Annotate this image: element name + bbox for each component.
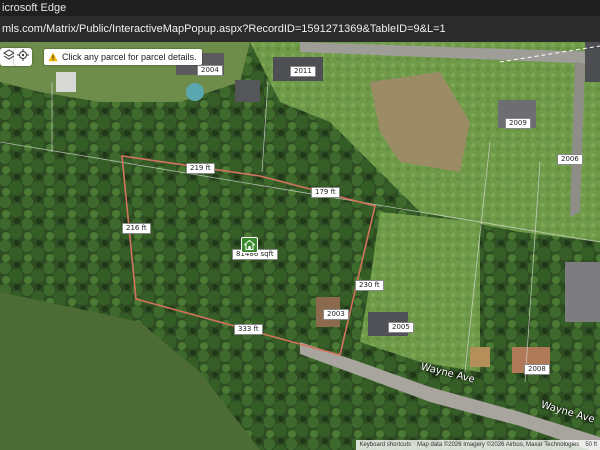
home-icon[interactable] bbox=[241, 237, 258, 253]
window-title: icrosoft Edge bbox=[0, 0, 600, 16]
satellite-map[interactable]: 219 ft 179 ft 216 ft 230 ft 333 ft 81486… bbox=[0, 42, 600, 450]
lot-number: 2008 bbox=[524, 364, 550, 375]
dimension-label: 333 ft bbox=[234, 324, 263, 335]
parcel-hint-banner: Click any parcel for parcel details. bbox=[44, 49, 202, 65]
satellite-imagery bbox=[0, 42, 600, 450]
dimension-label: 216 ft bbox=[122, 223, 151, 234]
lot-number: 2004 bbox=[197, 65, 223, 76]
dimension-label: 179 ft bbox=[311, 187, 340, 198]
copyright-text: Map data ©2026 Imagery ©2026 Airbus, Max… bbox=[417, 442, 580, 448]
lot-number: 2006 bbox=[557, 154, 583, 165]
keyboard-shortcuts-link[interactable]: Keyboard shortcuts bbox=[359, 440, 411, 450]
dimension-label: 219 ft bbox=[186, 163, 215, 174]
parcel-hint-text: Click any parcel for parcel details. bbox=[62, 52, 197, 62]
address-bar[interactable]: mls.com/Matrix/Public/InteractiveMapPopu… bbox=[0, 16, 600, 42]
locate-button[interactable] bbox=[14, 48, 32, 66]
lot-number: 2005 bbox=[388, 322, 414, 333]
map-attribution: Keyboard shortcuts Map data ©2026 Imager… bbox=[356, 440, 600, 450]
warning-icon bbox=[48, 52, 58, 62]
location-icon bbox=[17, 48, 29, 66]
dimension-label: 230 ft bbox=[355, 280, 384, 291]
lot-number: 2009 bbox=[505, 118, 531, 129]
lot-number: 2011 bbox=[290, 66, 316, 77]
scale-label: 50 ft bbox=[585, 442, 597, 448]
lot-number: 2003 bbox=[323, 309, 349, 320]
